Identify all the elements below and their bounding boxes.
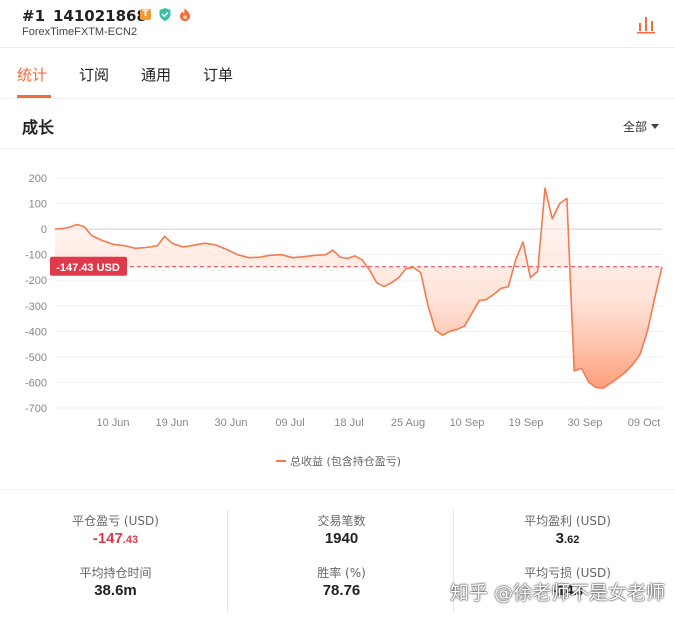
stat-value-closed-pnl: -147.43 [3, 530, 228, 547]
x-tick-label: 19 Jun [155, 417, 188, 429]
x-tick-label: 09 Jul [275, 417, 304, 429]
divider [0, 148, 675, 149]
x-tick-label: 25 Aug [391, 417, 425, 429]
stats-panel: 平仓盈亏 (USD) -147.43 交易笔数 1940 平均盈利 (USD) … [0, 490, 675, 631]
range-filter-dropdown[interactable]: 全部 [623, 118, 660, 135]
range-filter-label: 全部 [623, 120, 648, 134]
stat-label-closed-pnl: 平仓盈亏 (USD) [72, 514, 159, 528]
y-tick-label: -100 [25, 250, 47, 262]
verified-shield-icon [159, 8, 171, 21]
caret-down-icon [651, 124, 660, 129]
y-tick-label: 100 [29, 199, 47, 211]
active-tab-indicator [17, 95, 51, 98]
rank-label: #1 [22, 7, 46, 25]
x-tick-label: 10 Sep [450, 417, 485, 429]
y-tick-label: -500 [25, 352, 47, 364]
x-tick-label: 18 Jul [334, 417, 363, 429]
trader-badge-icon: T [140, 9, 151, 20]
x-tick-label: 30 Sep [568, 417, 603, 429]
legend-label: 总收益 (包含持仓盈亏) [290, 454, 401, 468]
stat-label-trade-count: 交易笔数 [317, 514, 366, 528]
account-header: #1 141021868 T ForexTimeFXTM-ECN2 [0, 0, 675, 48]
x-tick-label: 30 Jun [214, 417, 247, 429]
stat-label-avg-hold-time: 平均持仓时间 [79, 566, 152, 580]
stat-value-trade-count: 1940 [229, 530, 454, 547]
tab-bar: 统计 订阅 通用 订单 [0, 48, 675, 99]
y-tick-label: -700 [25, 403, 47, 415]
y-tick-label: -300 [25, 301, 47, 313]
stat-label-win-rate: 胜率 (%) [317, 566, 366, 580]
tab-subscribe[interactable]: 订阅 [79, 64, 109, 85]
tab-general[interactable]: 通用 [141, 64, 171, 85]
growth-chart: 200 100 0 -100 -200 -300 -400 -500 -600 -700 10 Ju… [25, 173, 663, 468]
avg-profit-main: 3 [555, 530, 565, 547]
y-tick-label: -200 [25, 275, 47, 287]
y-tick-label: -600 [25, 377, 47, 389]
tab-orders[interactable]: 订单 [203, 64, 233, 85]
account-id: 141021868 [53, 7, 147, 25]
stat-value-avg-profit: 3.62 [455, 530, 675, 547]
y-tick-label: 0 [41, 224, 47, 236]
x-tick-label: 19 Sep [509, 417, 544, 429]
y-tick-label: 200 [29, 173, 47, 185]
avg-hold-time-main: 38.6m [94, 582, 137, 599]
stat-value-avg-hold-time: 38.6m [3, 582, 228, 599]
tab-stats[interactable]: 统计 [17, 64, 47, 85]
trade-count-main: 1940 [324, 530, 359, 547]
stat-value-win-rate: 78.76 [229, 582, 454, 599]
closed-pnl-main: -147 [92, 530, 123, 547]
current-value-label: -147.43 USD [56, 262, 120, 274]
x-tick-label: 10 Jun [96, 417, 129, 429]
bar-chart-icon[interactable] [636, 14, 656, 34]
series-line [54, 187, 663, 389]
y-tick-label: -400 [25, 326, 47, 338]
stat-label-avg-profit: 平均盈利 (USD) [524, 514, 611, 528]
win-rate-main: 78.76 [322, 582, 361, 599]
x-tick-label: 09 Oct [628, 417, 660, 429]
avg-profit-decimal: .62 [564, 534, 580, 546]
closed-pnl-decimal: .43 [122, 534, 139, 546]
section-title: 成长 [22, 118, 55, 137]
watermark: 知乎 @徐老师不是女老师 [450, 582, 666, 604]
broker-server: ForexTimeFXTM-ECN2 [22, 26, 138, 38]
hot-fire-icon [180, 8, 190, 21]
